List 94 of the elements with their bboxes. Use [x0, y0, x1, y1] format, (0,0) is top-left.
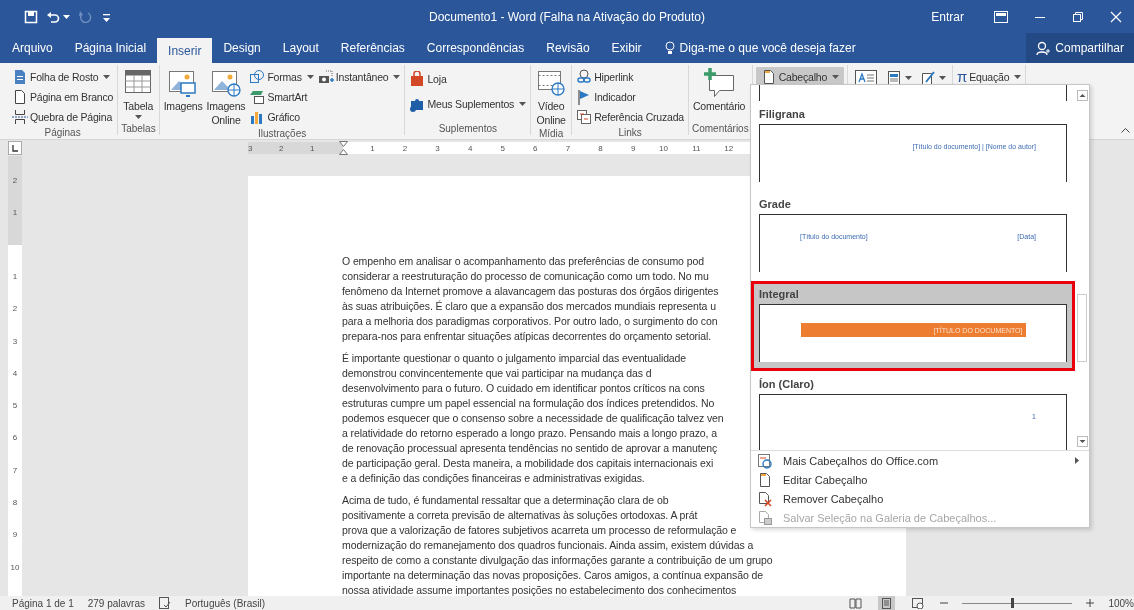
- text-line: desenvolvimento para o futuro. O cuidado em identificar pontos críticos na cons: [342, 381, 705, 396]
- ribbon-button[interactable]: Meus Suplementos: [408, 94, 528, 114]
- ruler-number: 12: [723, 143, 735, 153]
- ruler-number: 2: [11, 175, 19, 187]
- ribbon-button[interactable]: Instantâneo: [316, 67, 402, 86]
- ribbon-tab[interactable]: Exibir: [600, 33, 653, 63]
- ribbon-tab[interactable]: Correspondências: [415, 33, 536, 63]
- group-label: Mídia: [537, 127, 565, 140]
- text-line: de participação geral. Desta maneira, a mobilidade dos capitais internacionais exi: [342, 456, 714, 471]
- ruler-number: 10: [9, 561, 21, 574]
- text-line: e a definição das condições financeiras e administrativas exigidas.: [342, 471, 645, 486]
- ribbon-tab[interactable]: Página Inicial: [63, 33, 158, 63]
- ruler-number: 7: [564, 143, 572, 153]
- text-line: demonstrou convincentemente que vai participar na mudança das d: [342, 366, 652, 381]
- ruler-number: 8: [11, 497, 19, 510]
- text-line: É importante questionar o quanto o julgamento imparcial das eventualidade: [342, 351, 687, 366]
- sign-in-link[interactable]: Entrar: [931, 9, 964, 24]
- zoom-level[interactable]: 100%: [1108, 597, 1134, 609]
- text-line: respeito de como a constante divulgação das informações garante a contribuição de um grupo: [342, 553, 773, 568]
- ribbon-button[interactable]: Indicador: [575, 87, 685, 106]
- group-label: Ilustrações: [256, 127, 308, 140]
- text-line: podemos esquecer que o consenso sobre a necessidade de qualificação talvez ven: [342, 411, 724, 426]
- text-line: considerar a reestruturação do processo de comunicação como um todo. No mu: [342, 269, 709, 284]
- text-line: às suas atribuições. É claro que a expansão dos mercados mundiais representa u: [342, 299, 716, 314]
- ruler-number: 6: [11, 432, 19, 445]
- ruler-number: 6: [532, 143, 539, 153]
- ruler-number: 2: [279, 143, 285, 153]
- ribbon-button[interactable]: Imagens: [162, 67, 204, 113]
- text-line: fenômeno da Internet promove a alavancagem das posturas dos órgãos dirigentes: [342, 284, 719, 299]
- text-line: para a melhoria dos paradigmas corporativos. Por outro lado, o surgimento do con: [342, 314, 718, 329]
- ruler-number: 1: [369, 143, 376, 153]
- text-line: O empenho em analisar o acompanhamento das preferências de consumo pod: [342, 254, 704, 269]
- ruler-number: 2: [401, 143, 409, 153]
- text-line: de renovação processual apresenta tendências no sentido de aprovar a manutenç: [342, 441, 718, 456]
- menu-item[interactable]: Remover Cabeçalho: [751, 489, 1089, 508]
- ribbon-button[interactable]: SmartArt: [248, 87, 315, 106]
- menu-item[interactable]: Mais Cabeçalhos do Office.com: [751, 451, 1089, 470]
- ribbon-button[interactable]: Referência Cruzada: [575, 107, 685, 126]
- ruler-number: 7: [11, 464, 19, 477]
- ruler-number: 8: [597, 143, 604, 153]
- ribbon-tab[interactable]: Layout: [271, 33, 330, 63]
- group-label: Páginas: [43, 126, 82, 139]
- ribbon-button[interactable]: Imagens Online: [205, 67, 247, 127]
- ribbon-button[interactable]: Loja: [408, 69, 528, 89]
- ruler-number: 2: [11, 303, 19, 316]
- ruler-number: 5: [11, 400, 19, 413]
- group-label: Comentários: [691, 122, 749, 135]
- ribbon-tab[interactable]: Revisão: [535, 33, 601, 63]
- ribbon-button[interactable]: Página em Branco: [11, 87, 115, 106]
- ruler-number: 1: [11, 271, 19, 283]
- ruler-number: 5: [499, 143, 506, 153]
- text-line: estruturas cumpre um papel essencial na formulação dos índices pretendidos. No: [342, 396, 715, 411]
- ribbon-button[interactable]: Comentário: [691, 67, 747, 113]
- ruler-number: 1: [310, 143, 316, 153]
- text-line: prepara-nos para enfrentar situações atípicas decorrentes do orçamento setorial.: [342, 329, 712, 344]
- word-count[interactable]: 279 palavras: [87, 597, 145, 609]
- ruler-number: 10: [658, 143, 669, 153]
- ribbon-button[interactable]: Formas: [248, 67, 315, 86]
- ribbon-tab[interactable]: Design: [212, 33, 272, 63]
- text-line: importante na determinação das novas proposições. Caros amigos, a contínua expansão de: [342, 568, 763, 583]
- ribbon-tab[interactable]: Referências: [329, 33, 416, 63]
- ribbon-button[interactable]: Tabela: [121, 67, 156, 119]
- ruler-number: 3: [434, 143, 441, 153]
- ribbon-tab[interactable]: Arquivo: [0, 33, 64, 63]
- group-label: Suplementos: [437, 122, 498, 135]
- ribbon-tab[interactable]: Inserir: [157, 38, 213, 63]
- page-count[interactable]: Página 1 de 1: [12, 597, 74, 609]
- group-label: Links: [617, 126, 643, 139]
- ruler-number: 1: [11, 207, 19, 220]
- ruler-number: 9: [11, 529, 19, 542]
- text-line: prova que a valorização de fatores subjetivos acarreta um processo de reformulação e: [342, 523, 737, 538]
- ribbon-button[interactable]: Folha de Rosto: [11, 67, 115, 86]
- ruler-number: 4: [466, 143, 474, 153]
- ruler-number: 3: [11, 335, 19, 348]
- text-line: Acima de tudo, é fundamental ressaltar que a determinação clara de ob: [342, 493, 669, 508]
- ribbon-button[interactable]: Hiperlink: [575, 67, 685, 86]
- text-line: modernização do remanejamento dos quadros funcionais. Ainda assim, existem dúvidas a: [342, 538, 754, 553]
- ribbon-button[interactable]: Quebra de Página: [11, 107, 115, 126]
- ribbon-button[interactable]: Gráfico: [248, 107, 315, 126]
- menu-item[interactable]: Editar Cabeçalho: [751, 470, 1089, 489]
- text-line: nossa atividade assume importantes posições no estabelecimento dos conhecimentos: [342, 583, 737, 596]
- text-line: a relatividade do retorno esperado a longo prazo. Pensando mais a longo prazo, a: [342, 426, 717, 441]
- search-field[interactable]: Diga-me o que você deseja fazer: [679, 41, 920, 55]
- group-label: Tabelas: [121, 122, 156, 135]
- window-title: Documento1 - Word (Falha na Ativação do Produto): [429, 9, 705, 24]
- ruler-number: 9: [629, 143, 637, 153]
- ruler-number: 3: [248, 143, 254, 153]
- text-line: positivamente a correta previsão de alternativas às soluções ortodoxas. A prát: [342, 508, 698, 523]
- ribbon-button[interactable]: π Equação: [956, 67, 1023, 86]
- language-label[interactable]: Português (Brasil): [185, 597, 265, 609]
- ruler-number: 4: [11, 367, 19, 380]
- ruler-number: 11: [691, 143, 702, 153]
- ribbon-button[interactable]: Vídeo Online: [534, 67, 569, 127]
- share-button[interactable]: Compartilhar: [1026, 33, 1134, 63]
